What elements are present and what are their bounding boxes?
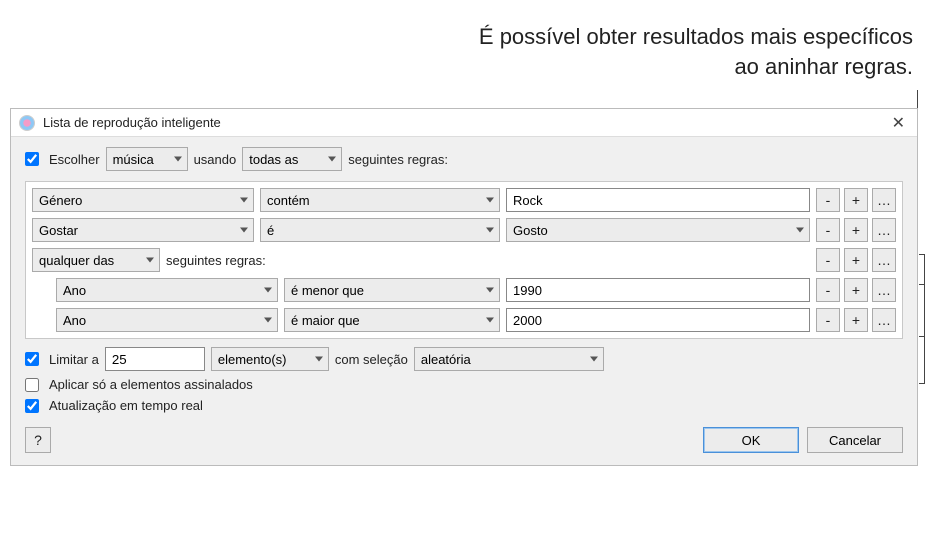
limit-checkbox[interactable] [25,352,39,366]
rule-operator-select[interactable]: é [260,218,500,242]
nest-rule-button[interactable]: … [872,218,896,242]
callout-text: É possível obter resultados mais específ… [453,22,913,81]
rule-field-select[interactable]: Género [32,188,254,212]
remove-rule-button[interactable]: - [816,308,840,332]
live-update-checkbox[interactable] [25,399,39,413]
match-select[interactable]: todas as [242,147,342,171]
nest-rule-button[interactable]: … [872,188,896,212]
limit-unit-select[interactable]: elemento(s) [211,347,329,371]
add-rule-button[interactable]: + [844,248,868,272]
selection-method-select[interactable]: aleatória [414,347,604,371]
add-rule-button[interactable]: + [844,188,868,212]
rule-field-select[interactable]: Ano [56,308,278,332]
checked-only-row: Aplicar só a elementos assinalados [25,377,903,392]
smart-playlist-dialog: Lista de reprodução inteligente ✕ Escolh… [10,108,918,466]
options-block: Limitar a elemento(s) com seleção aleató… [25,345,903,413]
rule-row: Ano é maior que - + … [32,308,896,332]
rule-value-select[interactable]: Gosto [506,218,810,242]
nest-rule-button[interactable]: … [872,278,896,302]
selection-label: com seleção [335,352,408,367]
rule-row: Ano é menor que - + … [32,278,896,302]
rule-value-input[interactable] [506,278,810,302]
following-rules-label: seguintes regras: [348,152,448,167]
rule-field-select[interactable]: Ano [56,278,278,302]
dialog-footer: ? OK Cancelar [11,421,917,465]
limit-row: Limitar a elemento(s) com seleção aleató… [25,347,903,371]
checked-only-label: Aplicar só a elementos assinalados [49,377,253,392]
remove-rule-button[interactable]: - [816,188,840,212]
add-rule-button[interactable]: + [844,278,868,302]
help-button[interactable]: ? [25,427,51,453]
choose-checkbox[interactable] [25,152,39,166]
remove-rule-button[interactable]: - [816,248,840,272]
limit-value-input[interactable] [105,347,205,371]
nest-rule-button[interactable]: … [872,308,896,332]
add-rule-button[interactable]: + [844,218,868,242]
rule-operator-select[interactable]: é menor que [284,278,500,302]
following-rules-label: seguintes regras: [166,253,266,268]
titlebar: Lista de reprodução inteligente ✕ [11,109,917,137]
choose-label: Escolher [49,152,100,167]
using-label: usando [194,152,237,167]
rule-row: Género contém - + … [32,188,896,212]
remove-rule-button[interactable]: - [816,218,840,242]
ok-button[interactable]: OK [703,427,799,453]
rule-operator-select[interactable]: é maior que [284,308,500,332]
match-row: Escolher música usando todas as seguinte… [25,147,903,171]
callout-bracket [919,284,925,384]
app-logo-icon [19,115,35,131]
group-match-select[interactable]: qualquer das [32,248,160,272]
rule-field-select[interactable]: Gostar [32,218,254,242]
media-type-select[interactable]: música [106,147,188,171]
remove-rule-button[interactable]: - [816,278,840,302]
dialog-title: Lista de reprodução inteligente [43,115,880,130]
close-icon[interactable]: ✕ [888,113,909,133]
cancel-button[interactable]: Cancelar [807,427,903,453]
live-update-label: Atualização em tempo real [49,398,203,413]
add-rule-button[interactable]: + [844,308,868,332]
rule-row: Gostar é Gosto - + … [32,218,896,242]
limit-label: Limitar a [49,352,99,367]
rule-value-input[interactable] [506,308,810,332]
checked-only-checkbox[interactable] [25,378,39,392]
live-update-row: Atualização em tempo real [25,398,903,413]
rule-operator-select[interactable]: contém [260,188,500,212]
rule-group-header: qualquer das seguintes regras: - + … [32,248,896,272]
nest-rule-button[interactable]: … [872,248,896,272]
rule-value-input[interactable] [506,188,810,212]
rules-container: Género contém - + … Gostar é Gosto - [25,181,903,339]
